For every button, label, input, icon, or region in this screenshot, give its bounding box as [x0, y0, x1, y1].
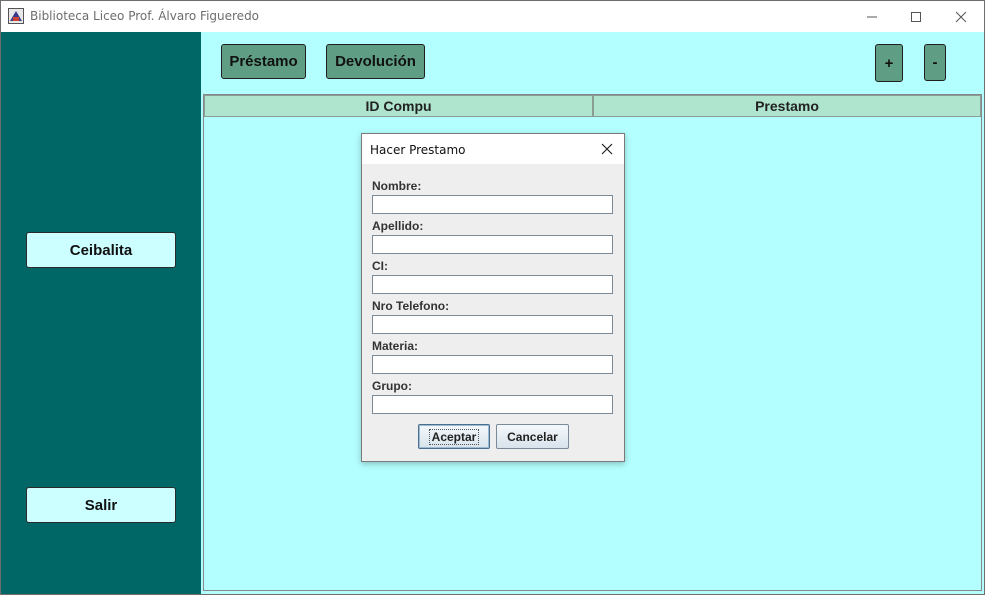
nombre-field[interactable]	[372, 195, 613, 214]
library-app-icon	[8, 8, 24, 24]
window-close-button[interactable]	[938, 1, 984, 32]
telefono-field[interactable]	[372, 315, 613, 334]
minimize-button[interactable]	[849, 1, 895, 32]
prestamo-button[interactable]: Préstamo	[221, 44, 306, 79]
apellido-label: Apellido:	[372, 219, 424, 233]
cancelar-button[interactable]: Cancelar	[496, 424, 569, 449]
salir-button[interactable]: Salir	[26, 487, 176, 523]
materia-label: Materia:	[372, 339, 419, 353]
column-header-id-compu[interactable]: ID Compu	[204, 95, 593, 117]
window-title: Biblioteca Liceo Prof. Álvaro Figueredo	[30, 9, 260, 23]
nombre-label: Nombre:	[372, 179, 422, 193]
hacer-prestamo-dialog: Hacer Prestamo Nombre: Apellido: CI: Nro…	[361, 133, 625, 462]
ceibalita-button[interactable]: Ceibalita	[26, 232, 176, 268]
telefono-label: Nro Telefono:	[372, 299, 450, 313]
ci-label: CI:	[372, 259, 388, 273]
grupo-label: Grupo:	[372, 379, 412, 393]
close-icon[interactable]	[598, 140, 616, 158]
dialog-title: Hacer Prestamo	[370, 143, 466, 157]
app-window: Biblioteca Liceo Prof. Álvaro Figueredo …	[0, 0, 985, 595]
aceptar-label: Aceptar	[428, 428, 480, 445]
grupo-field[interactable]	[372, 395, 613, 414]
zoom-in-button[interactable]: +	[875, 44, 903, 82]
table-header: ID Compu Prestamo	[204, 95, 981, 117]
maximize-button[interactable]	[893, 1, 939, 32]
maximize-icon	[911, 11, 921, 22]
devolucion-button[interactable]: Devolución	[326, 44, 425, 79]
column-header-prestamo[interactable]: Prestamo	[593, 95, 981, 117]
zoom-out-button[interactable]: -	[924, 44, 946, 81]
close-icon	[955, 11, 967, 22]
minimize-icon	[867, 16, 877, 17]
materia-field[interactable]	[372, 355, 613, 374]
apellido-field[interactable]	[372, 235, 613, 254]
title-bar: Biblioteca Liceo Prof. Álvaro Figueredo	[1, 1, 984, 32]
sidebar: Ceibalita Salir	[1, 32, 201, 594]
aceptar-button[interactable]: Aceptar	[418, 424, 490, 449]
dialog-title-bar: Hacer Prestamo	[362, 134, 624, 164]
ci-field[interactable]	[372, 275, 613, 294]
